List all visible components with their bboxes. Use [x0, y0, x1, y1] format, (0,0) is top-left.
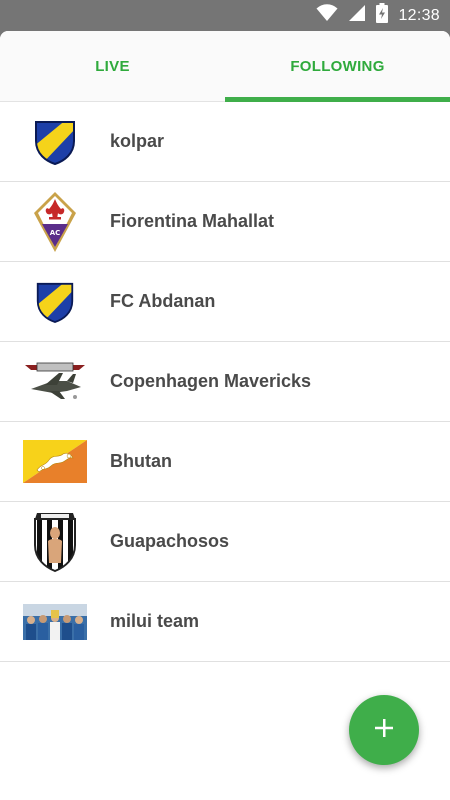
wifi-icon	[316, 4, 338, 27]
team-row-bhutan[interactable]: Bhutan	[0, 422, 450, 502]
striped-shield-figure-logo	[0, 502, 110, 581]
team-row-fc-abdanan[interactable]: FC Abdanan	[0, 262, 450, 342]
team-name: Copenhagen Mavericks	[110, 371, 312, 391]
bhutan-flag-logo	[0, 422, 110, 501]
following-sheet: LIVE FOLLOWING kolpar AC Fiorentina Maha…	[0, 31, 450, 800]
team-name: Fiorentina Mahallat	[110, 211, 275, 231]
team-row-milui-team[interactable]: milui team	[0, 582, 450, 662]
svg-text:AC: AC	[50, 229, 61, 237]
team-photo-logo	[0, 582, 110, 661]
tab-live[interactable]: LIVE	[0, 31, 225, 101]
team-row-kolpar[interactable]: kolpar	[0, 102, 450, 182]
tab-following[interactable]: FOLLOWING	[225, 31, 450, 102]
status-time: 12:38	[398, 6, 440, 24]
team-name: Guapachosos	[110, 531, 230, 551]
team-name: milui team	[110, 611, 200, 631]
status-bar: 12:38	[0, 0, 450, 31]
team-name: Bhutan	[110, 451, 172, 471]
plus-icon	[373, 717, 395, 744]
team-row-fiorentina-mahallat[interactable]: AC Fiorentina Mahallat	[0, 182, 450, 262]
tab-bar: LIVE FOLLOWING	[0, 31, 450, 102]
team-name: kolpar	[110, 131, 165, 151]
top-gun-jet-logo	[0, 342, 110, 421]
team-list: kolpar AC Fiorentina Mahallat FC Abdanan…	[0, 102, 450, 662]
team-row-copenhagen-mavericks[interactable]: Copenhagen Mavericks	[0, 342, 450, 422]
blue-yellow-shield-logo	[0, 102, 110, 181]
cellular-signal-icon	[348, 4, 366, 27]
fiorentina-lily-crest-logo: AC	[0, 182, 110, 261]
team-name: FC Abdanan	[110, 291, 216, 311]
battery-charging-icon	[376, 3, 389, 28]
status-icons: 12:38	[316, 0, 440, 31]
add-team-button[interactable]	[349, 695, 419, 765]
blue-yellow-shield-logo	[0, 262, 110, 341]
team-row-guapachosos[interactable]: Guapachosos	[0, 502, 450, 582]
